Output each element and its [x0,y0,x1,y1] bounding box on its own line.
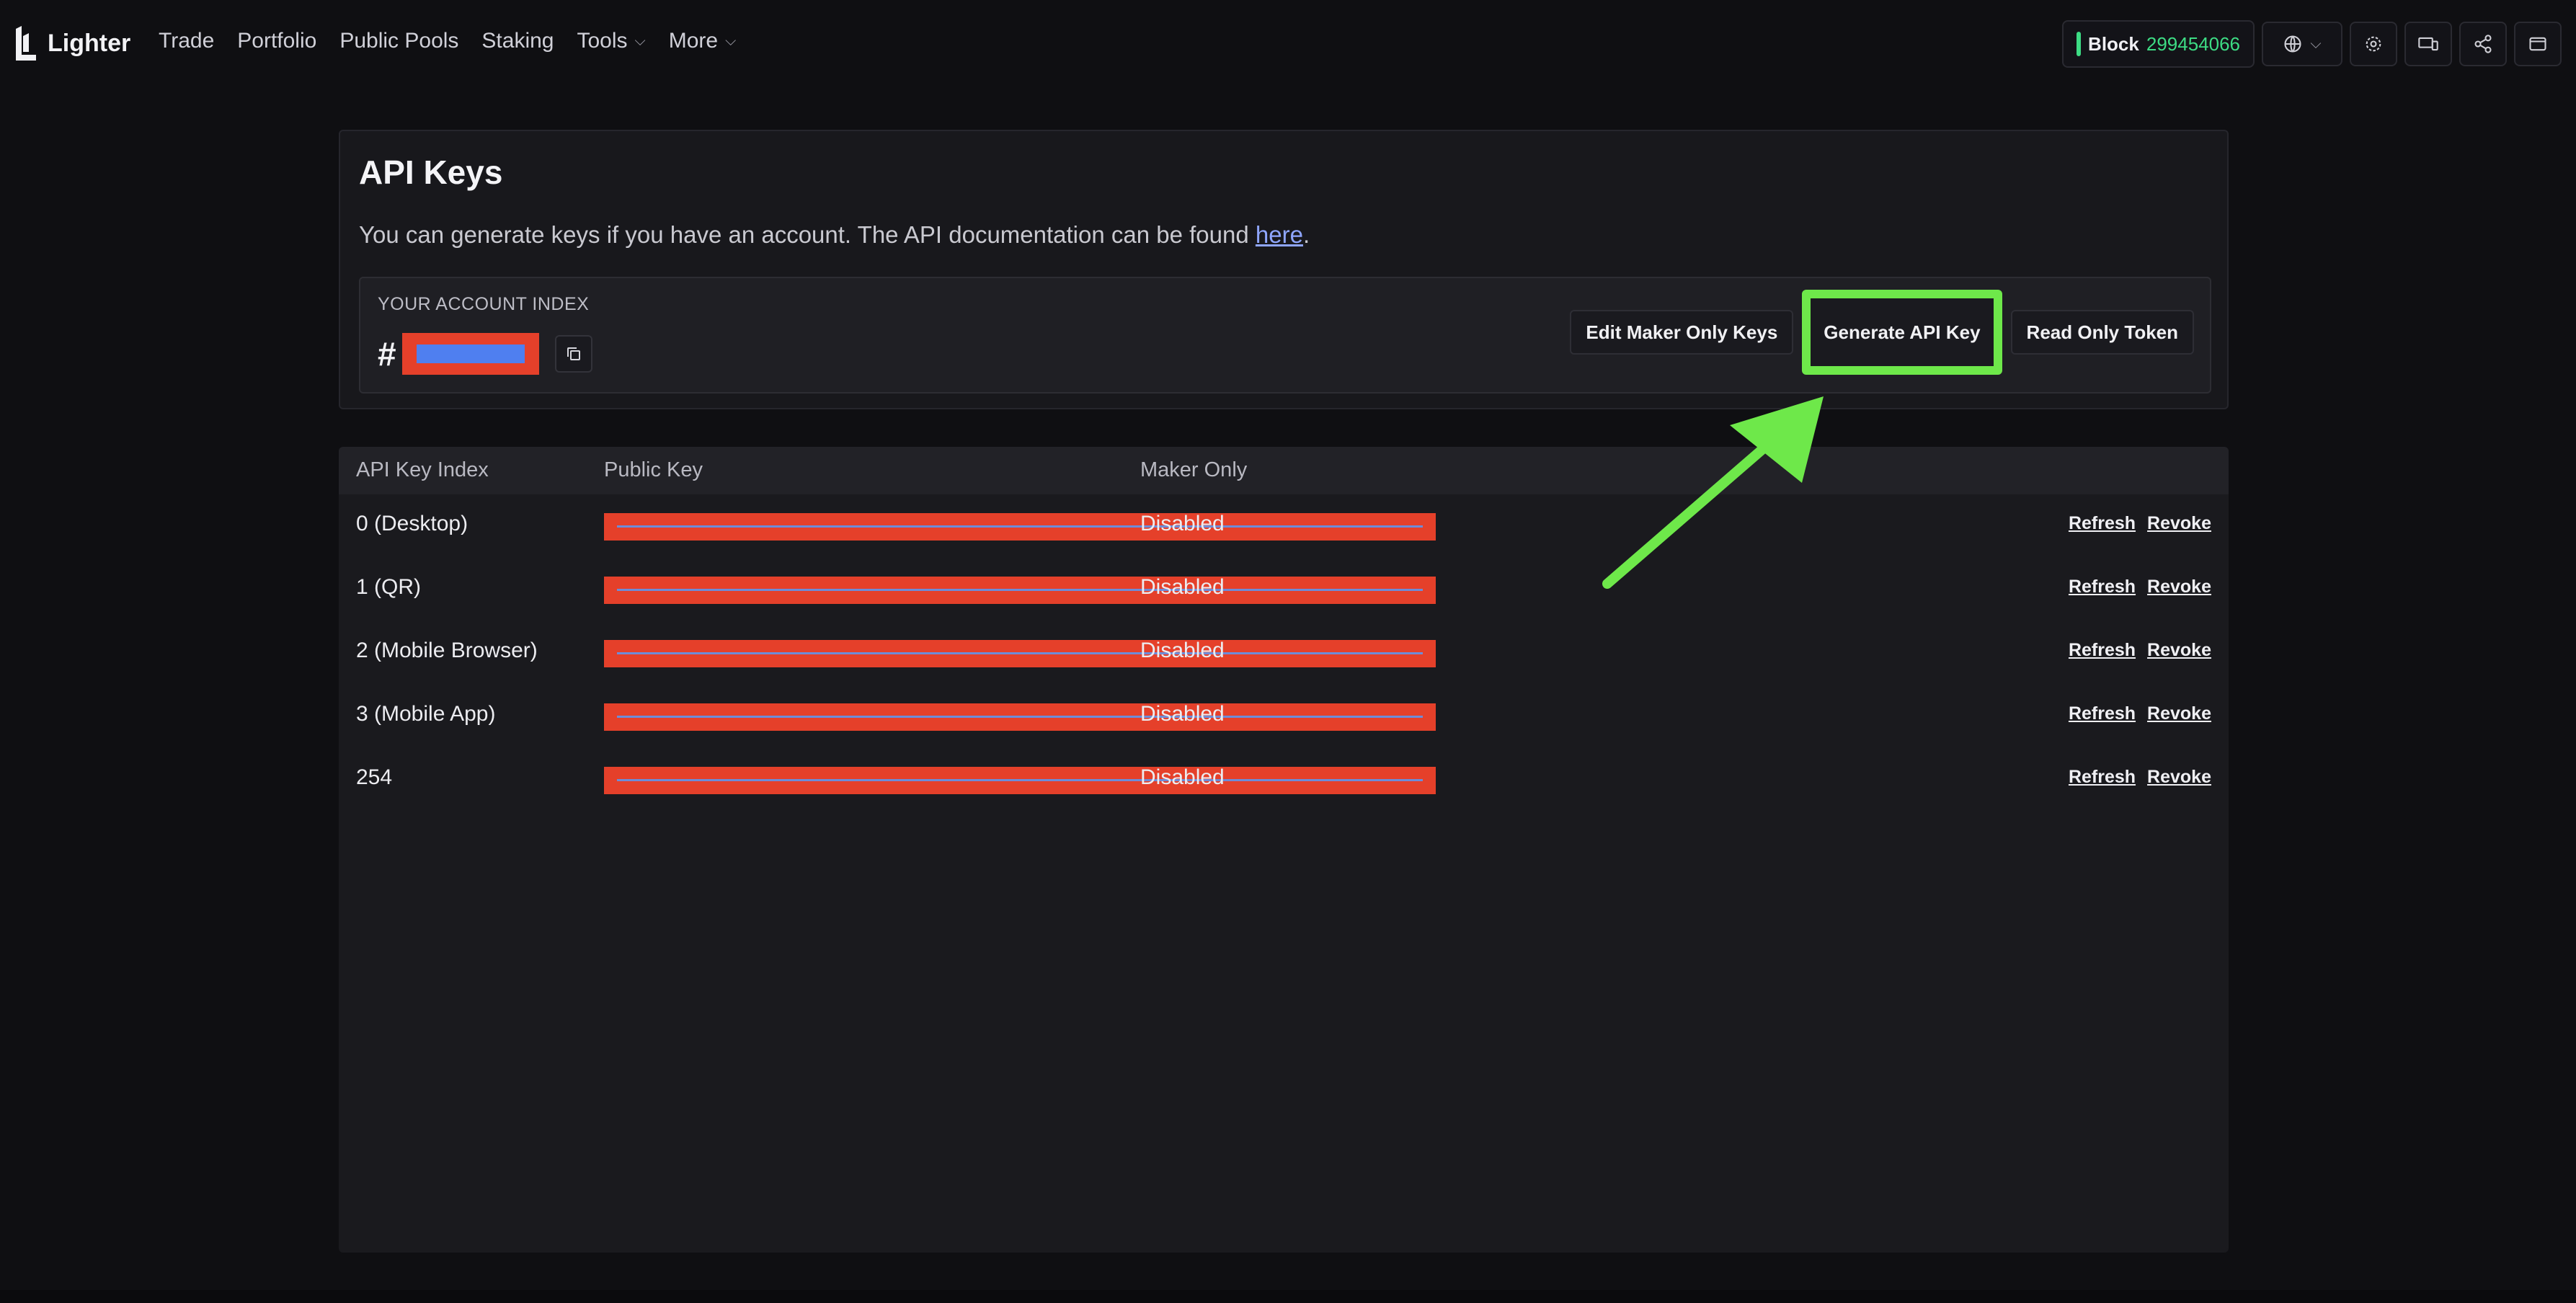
table-row: 2 (Mobile Browser) Disabled Refresh Revo… [339,621,2229,685]
redacted-public-key [604,767,1436,794]
api-docs-link[interactable]: here [1256,221,1303,248]
redacted-public-key [604,703,1436,731]
table-row: 1 (QR) Disabled Refresh Revoke [339,558,2229,621]
table-row: 3 (Mobile App) Disabled Refresh Revoke [339,685,2229,748]
redacted-account-index [401,333,539,375]
lighter-logo-icon [13,26,37,61]
page-title: API Keys [359,154,503,191]
revoke-link[interactable]: Revoke [2147,703,2211,724]
language-button[interactable]: ⌵ [2262,22,2342,66]
chevron-down-icon: ⌵ [634,32,646,49]
account-index-box: YOUR ACCOUNT INDEX # Edit Maker Only Key… [359,277,2211,393]
block-label: Block [2088,32,2139,55]
devices-icon [2418,37,2438,51]
globe-icon [2284,35,2301,53]
redacted-public-key [604,640,1436,667]
nav-label: Staking [481,29,554,53]
redacted-public-key [604,513,1436,541]
nav-trade[interactable]: Trade [159,29,214,53]
refresh-link[interactable]: Refresh [2069,767,2136,788]
copy-button[interactable] [554,335,592,373]
nav-public-pools[interactable]: Public Pools [339,29,458,53]
key-index: 0 (Desktop) [356,512,468,535]
nav-more[interactable]: More ⌵ [669,29,737,53]
nav-staking[interactable]: Staking [481,29,554,53]
api-description: You can generate keys if you have an acc… [359,221,1310,249]
description-text: You can generate keys if you have an acc… [359,221,1256,248]
revoke-link[interactable]: Revoke [2147,577,2211,597]
row-actions: Refresh Revoke [2069,767,2211,788]
row-actions: Refresh Revoke [2069,513,2211,534]
revoke-link[interactable]: Revoke [2147,640,2211,661]
api-key-actions: Edit Maker Only Keys Generate API Key Re… [1570,290,2194,375]
wallet-icon [2529,37,2546,51]
header-api-key-index: API Key Index [356,458,489,481]
chevron-down-icon: ⌵ [2310,35,2322,52]
header-tools: Block 299454066 ⌵ [2062,20,2562,68]
nav-label: Tools [577,29,628,53]
account-hash: # [378,335,396,373]
table-row: 254 Disabled Refresh Revoke [339,748,2229,811]
settings-button[interactable] [2350,22,2397,66]
table-header: API Key Index Public Key Maker Only [339,447,2229,494]
maker-only-status: Disabled [1140,765,1225,789]
row-actions: Refresh Revoke [2069,703,2211,724]
redacted-public-key [604,577,1436,604]
header-public-key: Public Key [604,458,703,481]
refresh-link[interactable]: Refresh [2069,513,2136,534]
maker-only-status: Disabled [1140,512,1225,535]
nav-label: More [668,29,719,53]
chevron-down-icon: ⌵ [725,32,737,49]
logo[interactable]: Lighter [13,26,130,61]
maker-only-status: Disabled [1140,639,1225,662]
block-badge[interactable]: Block 299454066 [2062,20,2255,68]
refresh-link[interactable]: Refresh [2069,703,2136,724]
nav-tools[interactable]: Tools ⌵ [577,29,646,53]
main-nav: Trade Portfolio Public Pools Staking Too… [159,29,736,53]
account-index-label: YOUR ACCOUNT INDEX [378,294,590,314]
revoke-link[interactable]: Revoke [2147,513,2211,534]
refresh-link[interactable]: Refresh [2069,640,2136,661]
key-index: 2 (Mobile Browser) [356,639,538,662]
maker-only-status: Disabled [1140,702,1225,726]
app-name: Lighter [48,29,131,57]
status-bar [2077,32,2082,56]
nav-label: Public Pools [339,29,459,53]
table-row: 0 (Desktop) Disabled Refresh Revoke [339,494,2229,558]
settings-icon [2366,36,2381,52]
key-index: 1 (QR) [356,575,421,599]
dummy [339,939,2229,1002]
top-bar: Lighter Trade Portfolio Public Pools Sta… [0,0,2576,86]
share-icon [2474,35,2492,53]
account-index: # [378,333,592,375]
share-button[interactable] [2459,22,2507,66]
key-index: 3 (Mobile App) [356,702,496,726]
nav-label: Portfolio [237,29,317,53]
devices-button[interactable] [2404,22,2452,66]
copy-icon [567,347,580,360]
generate-api-key-button[interactable]: Generate API Key [1802,290,2002,375]
row-actions: Refresh Revoke [2069,640,2211,661]
key-index: 254 [356,765,393,789]
nav-label: Trade [159,29,215,53]
nav-portfolio[interactable]: Portfolio [237,29,316,53]
api-keys-table: API Key Index Public Key Maker Only 0 (D… [339,447,2229,1253]
block-number: 299454066 [2146,32,2240,55]
read-only-token-button[interactable]: Read Only Token [2010,310,2194,355]
edit-maker-only-keys-button[interactable]: Edit Maker Only Keys [1570,310,1794,355]
wallet-button[interactable] [2514,22,2562,66]
header-maker-only: Maker Only [1140,458,1248,481]
window-bottom-edge [0,1290,2576,1303]
description-suffix: . [1302,221,1310,248]
revoke-link[interactable]: Revoke [2147,767,2211,788]
refresh-link[interactable]: Refresh [2069,577,2136,597]
row-actions: Refresh Revoke [2069,577,2211,597]
maker-only-status: Disabled [1140,575,1225,599]
api-keys-card: API Keys You can generate keys if you ha… [339,130,2229,409]
